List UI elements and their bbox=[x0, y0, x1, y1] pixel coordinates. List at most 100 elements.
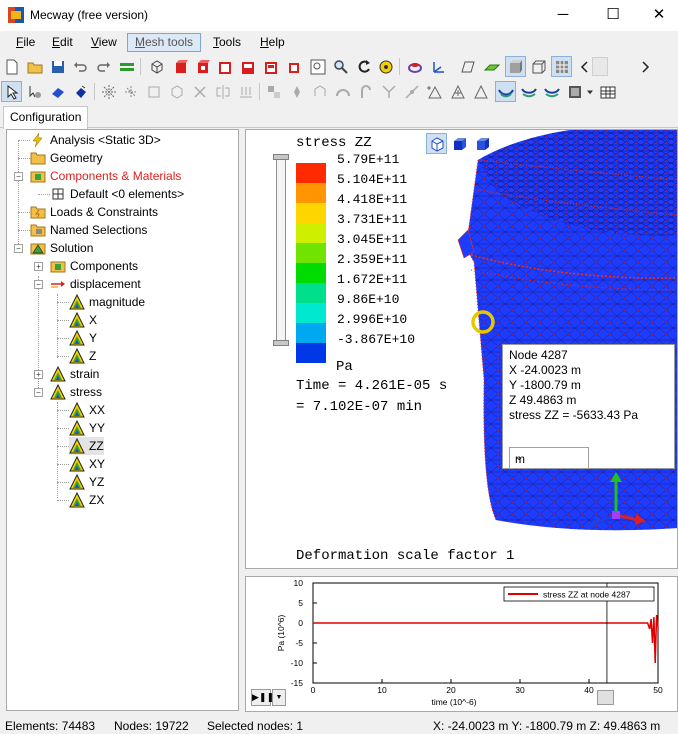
legend-bottom-handle[interactable] bbox=[273, 340, 289, 346]
legend-slider-track[interactable] bbox=[276, 158, 286, 344]
view-front-icon[interactable] bbox=[449, 133, 470, 154]
tree-item-displacement[interactable]: displacement bbox=[50, 275, 141, 293]
expander-stress[interactable]: − bbox=[34, 388, 43, 397]
tree-item-strain[interactable]: strain bbox=[50, 365, 99, 383]
view-iso-icon[interactable] bbox=[426, 133, 447, 154]
menu-mesh-tools[interactable]: Mesh tools bbox=[127, 33, 202, 52]
toolbar-scroll-thumb[interactable] bbox=[592, 57, 608, 76]
hook-icon[interactable] bbox=[355, 81, 376, 102]
save-icon[interactable] bbox=[47, 56, 68, 77]
select-element-icon[interactable] bbox=[70, 81, 91, 102]
extrude-icon[interactable] bbox=[309, 81, 330, 102]
arc-icon[interactable] bbox=[332, 81, 353, 102]
move-icon[interactable] bbox=[286, 81, 307, 102]
red-cube-outline-icon[interactable] bbox=[214, 56, 235, 77]
tree-item-stress-zx[interactable]: ZX bbox=[69, 491, 104, 509]
tree-item-analysis[interactable]: Analysis <Static 3D> bbox=[30, 131, 161, 149]
expander-strain[interactable]: + bbox=[34, 370, 43, 379]
tree-item-stress-yz[interactable]: YZ bbox=[69, 473, 104, 491]
tree-item-stress-xx[interactable]: XX bbox=[69, 401, 105, 419]
tree-item-disp-x[interactable]: X bbox=[69, 311, 97, 329]
expander-components[interactable]: + bbox=[34, 262, 43, 271]
redo-icon[interactable] bbox=[92, 56, 113, 77]
link-icon[interactable] bbox=[401, 81, 422, 102]
red-cube-cut-icon[interactable] bbox=[192, 56, 213, 77]
maximize-button[interactable]: ☐ bbox=[590, 0, 636, 31]
view-side-icon[interactable] bbox=[472, 133, 493, 154]
new-file-icon[interactable] bbox=[1, 56, 22, 77]
model-viewport[interactable]: stress ZZ 5.79E+11 5.104E+11 4.418E+11 3.73… bbox=[245, 129, 678, 569]
copy-node-icon[interactable] bbox=[263, 81, 284, 102]
triangle-dot-icon[interactable] bbox=[447, 81, 468, 102]
open-folder-icon[interactable] bbox=[24, 56, 45, 77]
select-node-icon[interactable] bbox=[24, 81, 45, 102]
rotate-icon[interactable] bbox=[353, 56, 374, 77]
tree-item-stress-xy[interactable]: XY bbox=[69, 455, 105, 473]
expander-displacement[interactable]: − bbox=[34, 280, 43, 289]
legend-top-handle[interactable] bbox=[273, 154, 289, 160]
shaded-view-icon[interactable] bbox=[505, 56, 526, 77]
tree-item-stress-yy[interactable]: YY bbox=[69, 419, 105, 437]
mesh-wave-icon[interactable] bbox=[518, 81, 539, 102]
tree-item-magnitude[interactable]: magnitude bbox=[69, 293, 145, 311]
select-cube-icon[interactable] bbox=[166, 81, 187, 102]
tree-item-components-materials[interactable]: Components & Materials bbox=[30, 167, 181, 185]
tree-item-components[interactable]: Components bbox=[50, 257, 138, 275]
tree-item-stress[interactable]: stress bbox=[50, 383, 102, 401]
mesh-active-icon[interactable] bbox=[495, 81, 516, 102]
zoom-box-icon[interactable] bbox=[307, 56, 328, 77]
menu-view[interactable]: View bbox=[84, 33, 124, 52]
expander-solution[interactable]: − bbox=[14, 244, 23, 253]
tree-item-default[interactable]: Default <0 elements> bbox=[50, 185, 184, 203]
play-pause-button[interactable]: ▶❚❚ bbox=[251, 689, 274, 706]
unit-dropdown[interactable]: m ⌄ bbox=[509, 447, 589, 469]
pan-icon[interactable] bbox=[375, 56, 396, 77]
select-spread-icon[interactable] bbox=[120, 81, 141, 102]
menu-file[interactable]: File bbox=[9, 33, 42, 52]
solid-view-icon[interactable] bbox=[528, 56, 549, 77]
film-icon[interactable] bbox=[564, 81, 585, 102]
wireframe-cube-icon[interactable] bbox=[146, 56, 167, 77]
expander-components-materials[interactable]: − bbox=[14, 172, 23, 181]
red-cube-plain-icon[interactable] bbox=[260, 56, 281, 77]
green-plate-icon[interactable] bbox=[481, 56, 502, 77]
select-face-icon[interactable] bbox=[47, 81, 68, 102]
minimize-button[interactable]: ─ bbox=[540, 0, 586, 31]
triangle-icon[interactable] bbox=[470, 81, 491, 102]
close-button[interactable]: ✕ bbox=[636, 0, 678, 31]
tree-item-disp-y[interactable]: Y bbox=[69, 329, 97, 347]
red-cube-edge-icon[interactable] bbox=[283, 56, 304, 77]
dropdown-icon[interactable] bbox=[584, 81, 596, 102]
ring-icon[interactable] bbox=[404, 56, 425, 77]
playback-dropdown-icon[interactable]: ▼ bbox=[272, 689, 286, 706]
select-arrow-icon[interactable] bbox=[1, 81, 22, 102]
tree-item-named-selections[interactable]: Named Selections bbox=[30, 221, 147, 239]
tree-item-disp-z[interactable]: Z bbox=[69, 347, 96, 365]
skew-icon[interactable] bbox=[458, 56, 479, 77]
select-star-icon[interactable] bbox=[98, 81, 119, 102]
triangle-plus-icon[interactable] bbox=[424, 81, 445, 102]
mesh-wave2-icon[interactable] bbox=[541, 81, 562, 102]
menu-help[interactable]: Help bbox=[253, 33, 292, 52]
edge-view-icon[interactable] bbox=[551, 56, 572, 77]
merge-icon[interactable] bbox=[378, 81, 399, 102]
menu-edit[interactable]: Edit bbox=[45, 33, 80, 52]
tree-item-loads-constraints[interactable]: Loads & Constraints bbox=[30, 203, 158, 221]
table-icon[interactable] bbox=[597, 81, 618, 102]
undo-icon[interactable] bbox=[70, 56, 91, 77]
delete-x-icon[interactable] bbox=[189, 81, 210, 102]
time-slider-handle[interactable] bbox=[597, 690, 614, 705]
time-history-graph[interactable]: 0 10 20 30 40 50 10 5 0 -5 -10 -15 stress ZZ at nod… bbox=[245, 576, 678, 712]
scroll-right-button[interactable] bbox=[634, 56, 655, 77]
menu-tools[interactable]: Tools bbox=[206, 33, 248, 52]
select-box-icon[interactable] bbox=[143, 81, 164, 102]
green-bars-icon[interactable] bbox=[116, 56, 137, 77]
tree-item-stress-zz[interactable]: ZZ bbox=[69, 437, 104, 455]
node-snap-icon[interactable] bbox=[235, 81, 256, 102]
axes-icon[interactable] bbox=[428, 56, 449, 77]
magnifier-icon[interactable] bbox=[330, 56, 351, 77]
red-cube-icon[interactable] bbox=[170, 56, 191, 77]
tab-configuration[interactable]: Configuration bbox=[3, 106, 89, 129]
red-cube-half-icon[interactable] bbox=[237, 56, 258, 77]
mirror-icon[interactable] bbox=[212, 81, 233, 102]
